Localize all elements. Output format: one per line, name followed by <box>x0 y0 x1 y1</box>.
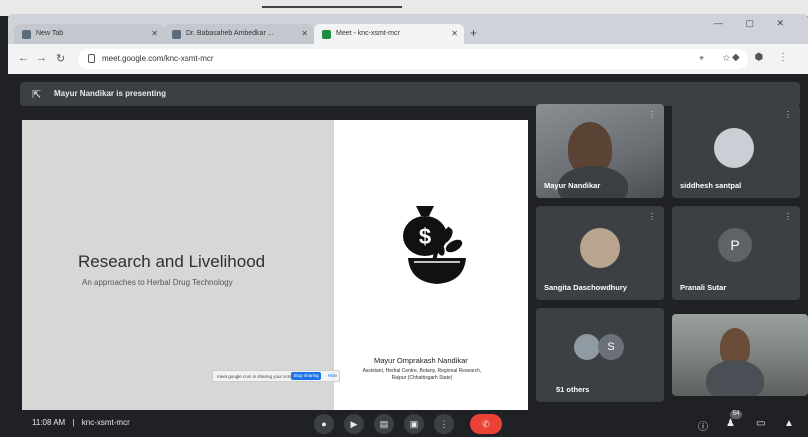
new-tab-button[interactable]: + <box>470 26 477 40</box>
participant-tile[interactable]: ⋮ siddhesh santpal <box>672 104 800 198</box>
tab-label: Meet - knc-xsmt-mcr <box>336 30 400 37</box>
participant-name: Pranali Sutar <box>680 283 727 292</box>
participant-name: Sangita Daschowdhury <box>544 283 627 292</box>
avatar <box>574 334 600 360</box>
participant-tile[interactable]: ⋮ Sangita Daschowdhury <box>536 206 664 300</box>
present-now-icon[interactable]: ▣ <box>404 414 424 434</box>
screen: New Tab ✕ Dr. Babasaheb Ambedkar ... ✕ M… <box>0 0 808 437</box>
forward-icon[interactable]: → <box>36 52 47 64</box>
meeting-code: knc-xsmt-mcr <box>81 418 130 427</box>
bezel-logo <box>262 0 402 8</box>
close-tab-icon[interactable]: ✕ <box>151 29 158 38</box>
camera-icon[interactable]: ▶ <box>344 414 364 434</box>
captions-icon[interactable]: ▤ <box>374 414 394 434</box>
more-options-icon[interactable]: ⋮ <box>648 110 656 119</box>
money-bag-plant-bowl-icon: $ <box>403 206 466 284</box>
slide-author-name: Mayur Omprakash Nandikar <box>374 356 468 365</box>
browser-toolbar: ← → ↻ meet.google.com/knc-xsmt-mcr ⌖ ☆ ◆… <box>8 44 808 74</box>
tab-favicon-icon <box>22 30 31 39</box>
presenting-text: Mayur Nandikar is presenting <box>54 89 167 98</box>
url-text[interactable]: meet.google.com/knc-xsmt-mcr <box>102 54 214 63</box>
participant-shirt <box>706 360 764 396</box>
more-options-icon[interactable]: ⋮ <box>434 414 454 434</box>
meet-window: ⇱ Mayur Nandikar is presenting Research … <box>8 74 808 437</box>
share-notice-text: meet.google.com is sharing your screen. <box>217 374 299 379</box>
others-count: 51 others <box>556 385 590 394</box>
end-call-button[interactable]: ✆ <box>470 414 502 434</box>
presentation-slide: Research and Livelihood An approaches to… <box>22 120 528 410</box>
close-tab-icon[interactable]: ✕ <box>301 29 308 38</box>
separator: | <box>72 418 75 427</box>
browser-tab[interactable]: New Tab ✕ <box>14 24 164 44</box>
info-icon[interactable]: ⓘ <box>698 418 708 433</box>
extension-icons[interactable]: ◆ ⬢ ⋮ <box>732 52 794 63</box>
meet-favicon-icon <box>322 30 331 39</box>
participant-tile[interactable]: P ⋮ Pranali Sutar <box>672 206 800 300</box>
avatar: P <box>718 228 752 262</box>
tab-label: Dr. Babasaheb Ambedkar ... <box>186 30 274 37</box>
browser-tab-strip: New Tab ✕ Dr. Babasaheb Ambedkar ... ✕ M… <box>8 14 808 44</box>
tab-favicon-icon <box>172 30 181 39</box>
reload-icon[interactable]: ↻ <box>56 52 65 65</box>
participant-count-badge: 54 <box>730 410 742 419</box>
hide-notice-button[interactable]: Hide <box>328 373 337 378</box>
address-bar[interactable]: meet.google.com/knc-xsmt-mcr ⌖ ☆ <box>78 49 748 69</box>
present-icon: ⇱ <box>32 89 42 101</box>
more-options-icon[interactable]: ⋮ <box>784 110 792 119</box>
clock-text: 11:08 AM <box>32 418 66 427</box>
chat-icon[interactable]: ▭ <box>756 418 765 429</box>
avatar <box>580 228 620 268</box>
others-tile[interactable]: S 51 others <box>536 308 664 402</box>
more-options-icon[interactable]: ⋮ <box>648 212 656 221</box>
svg-text:$: $ <box>419 224 431 249</box>
tab-label: New Tab <box>36 30 64 37</box>
participant-name: siddhesh santpal <box>680 181 742 190</box>
meeting-time: 11:08 AM | knc-xsmt-mcr <box>32 418 130 427</box>
participant-name: Mayur Nandikar <box>544 181 601 190</box>
people-icon[interactable]: ♟ <box>726 418 735 429</box>
activities-icon[interactable]: ▲ <box>784 418 794 429</box>
slide-author-affiliation: Assistant, Herbal Centre, Botany, Region… <box>362 368 482 381</box>
meeting-controls-bar: 11:08 AM | knc-xsmt-mcr ● ▶ ▤ ▣ ⋮ ✆ ⓘ ♟ … <box>8 410 808 437</box>
stop-sharing-button[interactable]: Stop sharing <box>291 372 321 380</box>
browser-tab-active[interactable]: Meet - knc-xsmt-mcr ✕ <box>314 24 464 44</box>
browser-tab[interactable]: Dr. Babasaheb Ambedkar ... ✕ <box>164 24 314 44</box>
microphone-icon[interactable]: ● <box>314 414 334 434</box>
window-controls[interactable]: — ▢ ✕ <box>714 18 794 29</box>
participant-tile[interactable] <box>672 314 808 396</box>
slide-subtitle: An approaches to Herbal Drug Technology <box>82 278 233 287</box>
more-options-icon[interactable]: ⋮ <box>784 212 792 221</box>
avatar: S <box>598 334 624 360</box>
lock-icon[interactable] <box>88 54 95 63</box>
presenting-banner: ⇱ Mayur Nandikar is presenting <box>20 82 800 106</box>
participant-tile[interactable]: ⋮ Mayur Nandikar <box>536 104 664 198</box>
close-tab-icon[interactable]: ✕ <box>451 29 458 38</box>
avatar <box>714 128 754 168</box>
back-icon[interactable]: ← <box>18 52 29 64</box>
slide-title: Research and Livelihood <box>78 252 266 271</box>
screen-share-notice: meet.google.com is sharing your screen. … <box>212 370 340 382</box>
